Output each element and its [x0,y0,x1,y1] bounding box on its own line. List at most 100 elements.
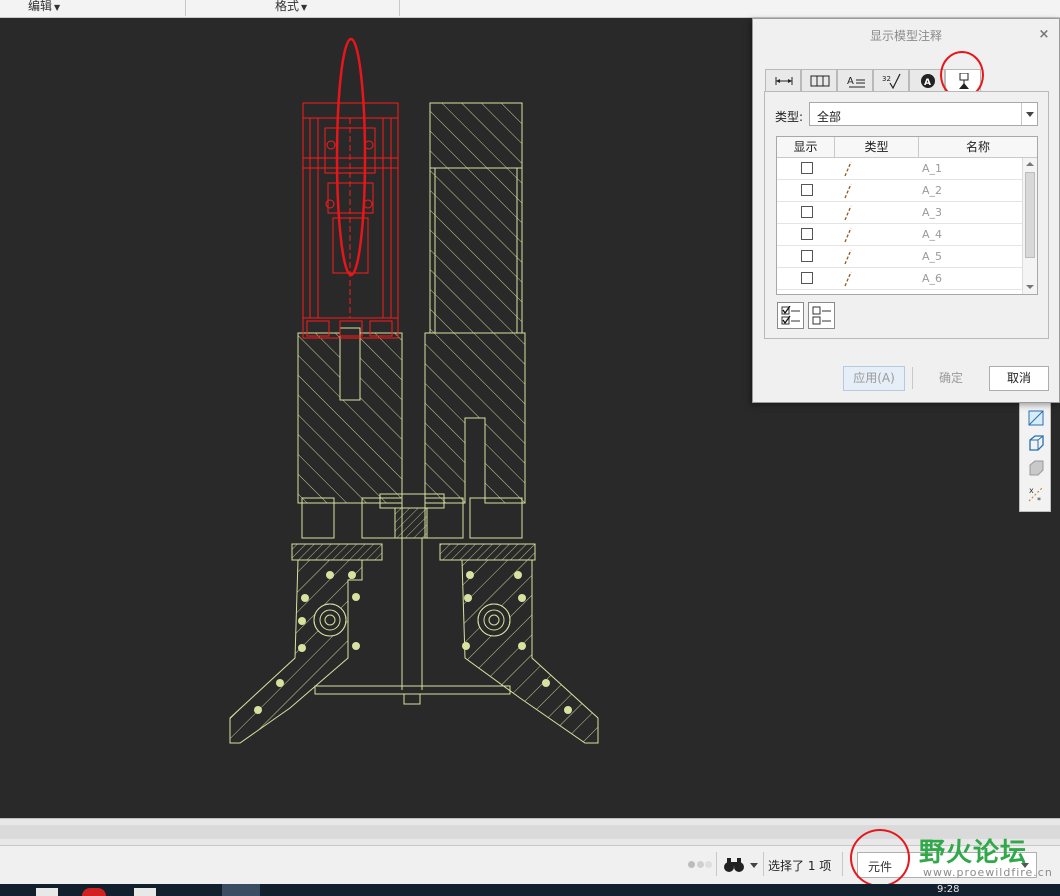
ribbon-group-edit-label: 编辑 [28,0,53,13]
ribbon-group-bar: 编辑 ▼ 格式 ▼ [0,0,1060,18]
symbol-icon: A [921,74,935,88]
show-model-annotations-dialog: 显示模型注释 × A 32 A 类型: 全部 显示 类型 名称 A_1 A_2 … [752,18,1060,403]
show-checkbox[interactable] [801,228,813,240]
dimension-icon [775,77,793,85]
find-button[interactable] [720,854,760,876]
right-cylinder-body [429,102,523,334]
left-jaw [229,543,383,744]
show-checkbox[interactable] [801,206,813,218]
annotation-table: 显示 类型 名称 A_1 A_2 A_3 A_4 A_5 A_6 [776,136,1038,295]
table-scrollbar[interactable] [1022,158,1037,294]
selected-cylinder [302,102,399,339]
gtol-icon [810,75,830,87]
status-divider [716,852,717,876]
show-checkbox[interactable] [801,162,813,174]
svg-text:*: * [1037,496,1041,505]
taskbar-app-icon[interactable] [82,888,106,896]
axis-line-icon [844,271,852,287]
row-name: A_2 [922,184,943,197]
os-taskbar: 9:28 [0,884,1060,896]
apply-button[interactable]: 应用(A) [843,366,905,391]
column-header-name[interactable]: 名称 [919,137,1037,158]
type-filter-label: 类型: [775,110,804,124]
chevron-down-icon: ▼ [54,3,61,12]
axis-line-icon [844,249,852,265]
ribbon-group-format[interactable]: 格式 ▼ [275,0,307,16]
tab-surface-finish[interactable]: 32 [873,69,909,91]
axis-line-icon [844,205,852,221]
app-window: 编辑 ▼ 格式 ▼ x * 显示模型注释 × A 32 A 类型: 全部 显示 … [0,0,1060,896]
dialog-title: 显示模型注释 [753,19,1059,53]
axis-line-icon [844,183,852,199]
table-row[interactable]: A_1 [777,158,1022,180]
axis-line-icon [844,227,852,243]
table-row[interactable]: A_6 [777,268,1022,290]
row-name: A_4 [922,228,943,241]
row-name: A_1 [922,162,943,175]
show-checkbox[interactable] [801,250,813,262]
left-housing [297,327,403,539]
section-view-icon[interactable] [1025,407,1047,429]
close-icon[interactable]: × [1037,28,1051,42]
select-all-icon [781,306,800,325]
datum-display-icon[interactable]: x * [1025,483,1047,505]
column-header-show[interactable]: 显示 [777,137,835,158]
forum-watermark: 野火论坛 www.proewildfire.cn [893,830,1057,890]
type-filter-select[interactable]: 全部 [809,102,1038,126]
watermark-url: www.proewildfire.cn [923,866,1053,879]
shaded-view-icon[interactable] [1025,457,1047,479]
progress-indicator-icon [686,856,714,872]
annotation-ellipse [335,37,367,277]
svg-text:x: x [1029,486,1034,495]
table-row[interactable]: A_4 [777,224,1022,246]
ok-button[interactable]: 确定 [921,366,981,391]
status-divider [763,852,764,876]
view-toolbar: x * [1019,398,1051,512]
selection-count: 选择了 1 项 [768,859,832,873]
right-housing [424,332,526,539]
taskbar-app-icon[interactable] [222,884,260,896]
table-row[interactable]: A_5 [777,246,1022,268]
binoculars-icon [724,858,758,872]
svg-text:A: A [924,78,931,88]
box-view-icon[interactable] [1025,432,1047,454]
ribbon-divider [185,0,186,16]
watermark-title: 野火论坛 [919,838,1028,868]
tab-gtol[interactable] [801,69,837,91]
table-row[interactable]: A_2 [777,180,1022,202]
scroll-down-icon[interactable] [1023,281,1037,294]
tab-notes[interactable]: A [837,69,873,91]
deselect-all-icon [812,306,831,325]
status-divider [842,852,843,876]
row-name: A_5 [922,250,943,263]
row-name: A_3 [922,206,943,219]
column-header-type[interactable]: 类型 [835,137,919,158]
surface-finish-icon: 32 [882,73,901,89]
select-all-button[interactable] [777,302,804,329]
svg-text:32: 32 [882,75,891,83]
button-divider [912,367,913,389]
taskbar-app-icon[interactable] [36,888,58,896]
note-icon: A [847,76,865,88]
chevron-down-icon: ▼ [301,3,308,12]
row-name: A_6 [922,272,943,285]
type-filter-value: 全部 [817,110,842,124]
taskbar-clock: 9:28 [937,884,960,895]
svg-text:A: A [847,76,854,87]
axis-line-icon [844,161,852,177]
chevron-down-icon[interactable] [1021,103,1037,125]
deselect-all-button[interactable] [808,302,835,329]
show-checkbox[interactable] [801,184,813,196]
taskbar-app-icon[interactable] [134,888,156,896]
show-checkbox[interactable] [801,272,813,284]
scroll-up-icon[interactable] [1023,158,1037,171]
cancel-button[interactable]: 取消 [989,366,1049,391]
ribbon-group-format-label: 格式 [275,0,300,13]
ribbon-divider [399,0,400,16]
ribbon-group-edit[interactable]: 编辑 ▼ [28,0,60,16]
table-header: 显示 类型 名称 [777,137,1037,158]
table-row[interactable]: A_3 [777,202,1022,224]
scroll-thumb[interactable] [1025,172,1035,258]
tab-dimensions[interactable] [765,69,801,91]
tab-panel: 类型: 全部 显示 类型 名称 A_1 A_2 A_3 A_4 A_5 A_6 [764,91,1049,339]
